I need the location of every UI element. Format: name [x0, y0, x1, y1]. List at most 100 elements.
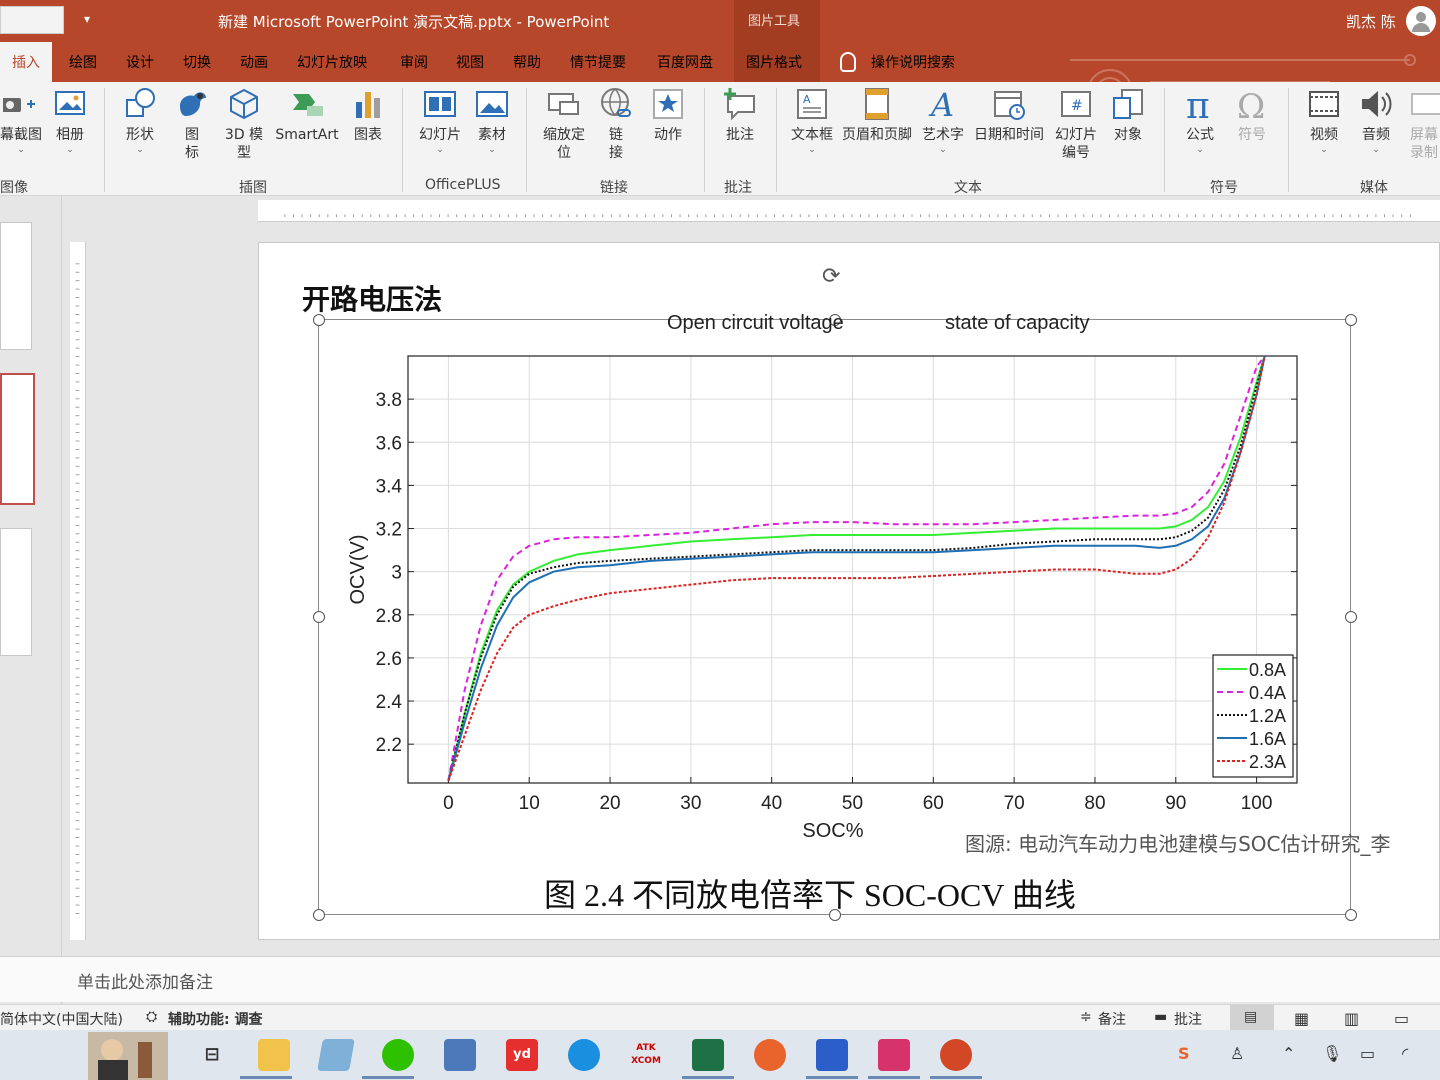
pdf-app-icon[interactable]	[878, 1039, 910, 1071]
notes-pane[interactable]: 单击此处添加备注	[0, 956, 1440, 1002]
datetime-button[interactable]: 日期和时间	[970, 86, 1048, 144]
notes-placeholder[interactable]: 单击此处添加备注	[77, 968, 213, 993]
task-view-icon[interactable]: ⊟	[196, 1039, 228, 1071]
active-indicator	[362, 1076, 414, 1079]
x-tick-label: 20	[599, 793, 620, 814]
resize-handle[interactable]	[313, 611, 325, 623]
resize-handle[interactable]	[313, 909, 325, 921]
edge-browser-icon[interactable]	[568, 1039, 600, 1071]
x-tick-label: 30	[680, 793, 701, 814]
equation-button[interactable]: π 公式 ⌄	[1176, 86, 1224, 156]
screen-recording-button[interactable]: 屏幕 录制	[1408, 86, 1440, 162]
user-avatar-icon[interactable]	[1406, 6, 1436, 36]
battery-icon[interactable]: ▭	[1360, 1044, 1375, 1063]
slide-number-label-1: 幻灯片	[1055, 127, 1097, 143]
rotate-handle-icon[interactable]: ⟳	[822, 264, 840, 289]
smartart-button[interactable]: SmartArt	[272, 86, 342, 144]
textbox-button[interactable]: A 文本框 ⌄	[788, 86, 836, 156]
reading-view-icon[interactable]: ▥	[1344, 1009, 1359, 1028]
powerpoint-icon[interactable]	[940, 1039, 972, 1071]
comments-toggle-button[interactable]: 批注	[1174, 1009, 1202, 1029]
notes-toggle-icon: ≑	[1080, 1009, 1092, 1025]
resize-handle[interactable]	[1345, 909, 1357, 921]
language-status[interactable]: 简体中文(中国大陆)	[0, 1009, 123, 1029]
symbol-button[interactable]: Ω 符号	[1228, 86, 1276, 144]
chevron-down-icon: ⌄	[436, 145, 444, 155]
slideshow-view-icon[interactable]: ▭	[1394, 1009, 1409, 1028]
resize-handle[interactable]	[1345, 611, 1357, 623]
tell-me-search[interactable]: 操作说明搜索	[871, 52, 955, 72]
user-name[interactable]: 凯杰 陈	[1346, 11, 1396, 32]
active-indicator	[240, 1076, 292, 1079]
vscode-green-icon[interactable]	[692, 1039, 724, 1071]
header-footer-button[interactable]: 页眉和页脚	[838, 86, 916, 144]
quick-access-toolbar[interactable]	[0, 6, 64, 34]
people-icon[interactable]: ♙	[1230, 1044, 1244, 1063]
slide-sorter-icon[interactable]: ▦	[1294, 1009, 1309, 1028]
youdao-icon[interactable]: yd	[506, 1039, 538, 1071]
accessibility-status[interactable]: 辅助功能: 调查	[168, 1009, 262, 1029]
y-axis-label: OCV(V)	[347, 535, 369, 605]
orange-app-icon[interactable]	[754, 1039, 786, 1071]
legend-label: 1.2A	[1249, 706, 1286, 726]
y-tick-label: 3	[391, 563, 402, 584]
group-divider	[104, 88, 105, 192]
cube-icon	[230, 88, 258, 120]
slide-number-button[interactable]: # 幻灯片 编号	[1050, 86, 1102, 162]
link-button[interactable]: 链接	[596, 86, 636, 162]
wechat-icon[interactable]	[382, 1039, 414, 1071]
eraser-app-icon[interactable]	[317, 1039, 355, 1071]
shapes-button[interactable]: 形状 ⌄	[116, 86, 164, 156]
tab-view[interactable]: 视图	[456, 52, 484, 72]
calculator-icon[interactable]	[444, 1039, 476, 1071]
video-button[interactable]: 视频 ⌄	[1300, 86, 1348, 156]
tab-slideshow[interactable]: 幻灯片放映	[297, 52, 367, 72]
resize-handle[interactable]	[1345, 314, 1357, 326]
chart-button[interactable]: 图表	[348, 86, 388, 144]
atk-xcom-icon[interactable]: ATK XCOM	[630, 1039, 662, 1071]
tab-insert[interactable]: 插入	[0, 42, 52, 82]
tab-review[interactable]: 审阅	[400, 52, 428, 72]
screenshot-button[interactable]: 幕截图 ⌄	[0, 86, 42, 156]
slide-button[interactable]: 幻灯片 ⌄	[414, 86, 466, 156]
tab-animations[interactable]: 动画	[240, 52, 268, 72]
comment-button[interactable]: 批注	[716, 86, 764, 144]
file-explorer-icon[interactable]	[258, 1039, 290, 1071]
tab-transitions[interactable]: 切换	[183, 52, 211, 72]
tab-draw[interactable]: 绘图	[69, 52, 97, 72]
wordart-button[interactable]: A 艺术字 ⌄	[920, 86, 966, 156]
x-tick-label: 60	[923, 793, 944, 814]
profile-avatar-icon[interactable]	[88, 1032, 168, 1080]
sogou-input-icon[interactable]: S	[1178, 1044, 1190, 1063]
wifi-icon[interactable]: ◜	[1402, 1044, 1408, 1063]
notes-toggle-button[interactable]: 备注	[1098, 1009, 1126, 1029]
y-tick-label: 2.8	[376, 606, 402, 627]
slide-thumbnail[interactable]	[0, 222, 32, 350]
zoom-button[interactable]: 缩放定位	[538, 86, 590, 162]
resize-handle[interactable]	[313, 314, 325, 326]
material-button[interactable]: 素材 ⌄	[472, 86, 512, 156]
tab-design[interactable]: 设计	[126, 52, 154, 72]
tab-baidu-netdisk[interactable]: 百度网盘	[657, 52, 713, 72]
group-images-label: 图像	[0, 180, 28, 196]
icons-button[interactable]: 图标	[172, 86, 212, 162]
tab-help[interactable]: 帮助	[513, 52, 541, 72]
slide-thumbnail-selected[interactable]	[0, 373, 35, 505]
star-action-icon	[653, 89, 683, 119]
chevron-down-icon: ⌄	[136, 145, 144, 155]
lightbulb-icon[interactable]	[840, 52, 856, 72]
tab-storyboard[interactable]: 情节提要	[570, 52, 626, 72]
action-button[interactable]: 动作	[646, 86, 690, 144]
object-button[interactable]: 对象	[1106, 86, 1150, 144]
chevron-down-icon: ⌄	[488, 145, 496, 155]
album-button[interactable]: 相册 ⌄	[50, 86, 90, 156]
tab-picture-format[interactable]: 图片格式	[746, 52, 802, 72]
3d-models-button[interactable]: 3D 模型	[222, 86, 266, 162]
audio-button[interactable]: 音频 ⌄	[1352, 86, 1400, 156]
tray-expand-icon[interactable]: ⌃	[1282, 1044, 1295, 1063]
customize-qat-icon[interactable]: ▾	[84, 12, 90, 26]
slide-thumbnail[interactable]	[0, 528, 32, 656]
microphone-icon[interactable]: 🎙	[1322, 1044, 1342, 1063]
slide-title[interactable]: 开路电压法	[302, 278, 442, 318]
word-icon[interactable]	[816, 1039, 848, 1071]
